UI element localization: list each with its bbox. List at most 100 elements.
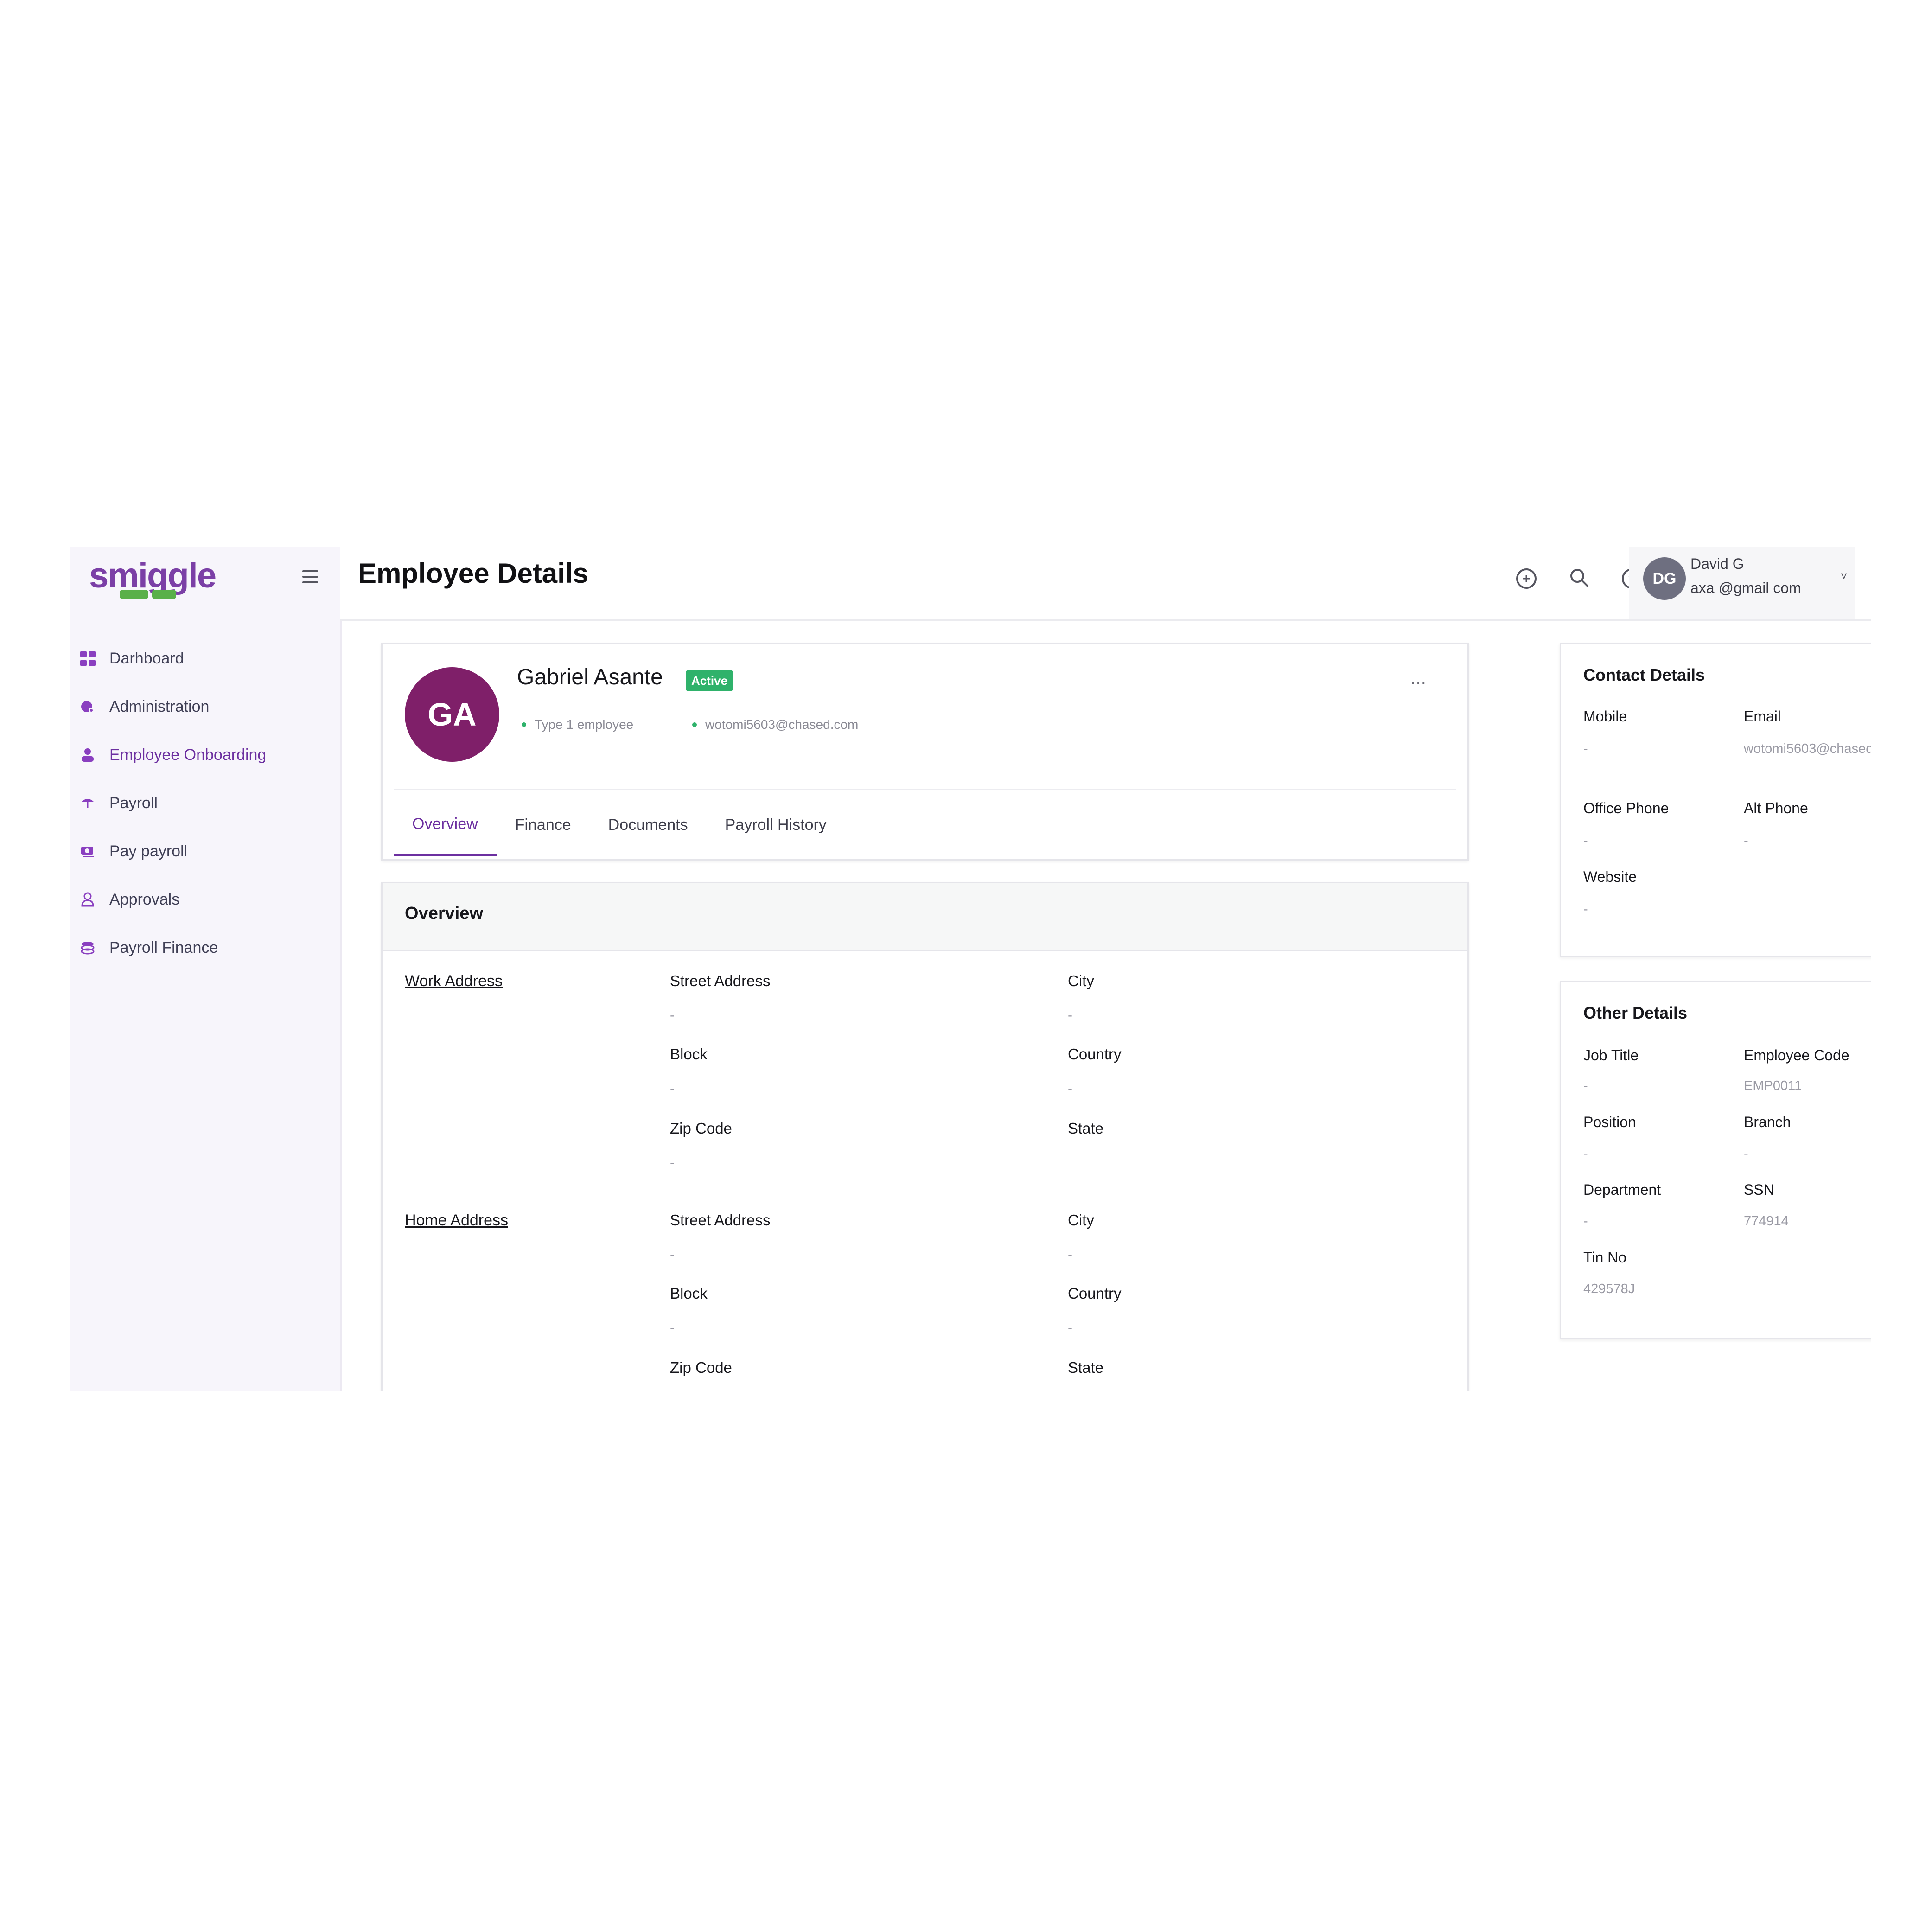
app-logo[interactable]: smiggle [89, 555, 217, 596]
top-header: Employee Details + ? DG David G axa @gma… [340, 547, 1871, 621]
field-label: Email [1744, 708, 1781, 725]
employee-name: Gabriel Asante [517, 665, 663, 689]
field-label: City [1068, 972, 1094, 989]
field-value: - [670, 1007, 675, 1023]
tab-overview[interactable]: Overview [394, 793, 497, 856]
field-value: - [1744, 1146, 1748, 1161]
bullet-dot [692, 722, 697, 727]
sidebar-item-pay-payroll[interactable]: Pay payroll [70, 827, 340, 875]
field-value: - [1583, 1078, 1588, 1093]
contact-details-card: Contact Details Mobile - Email wotomi560… [1560, 643, 1871, 957]
field-value: - [670, 1155, 675, 1170]
person-icon [80, 747, 96, 763]
field-label: State [1068, 1359, 1104, 1376]
sidebar-item-payroll[interactable]: Payroll [70, 779, 340, 827]
field-label: Department [1583, 1181, 1661, 1198]
sidebar-nav: Darhboard Administration Employee Onboar… [70, 634, 340, 972]
field-label: City [1068, 1211, 1094, 1229]
field-label: Zip Code [670, 1359, 732, 1376]
field-value: - [670, 1320, 675, 1335]
employee-type-text: Type 1 employee [535, 717, 634, 732]
sidebar-item-label: Pay payroll [109, 842, 188, 860]
dashboard-grid-icon [80, 650, 96, 666]
field-label: SSN [1744, 1181, 1774, 1198]
field-label: Website [1583, 868, 1637, 885]
divider [394, 789, 1456, 790]
chevron-down-icon[interactable]: ˅ [1841, 570, 1847, 583]
field-value: - [1068, 1247, 1072, 1262]
admin-palette-icon [80, 699, 96, 714]
field-value: - [670, 1081, 675, 1096]
sidebar-item-label: Darhboard [109, 649, 184, 667]
overview-title: Overview [405, 904, 483, 923]
field-value: - [1068, 1081, 1072, 1096]
user-email: axa @gmail com [1690, 580, 1801, 596]
field-value: EMP0011 [1744, 1078, 1802, 1093]
home-address-label: Home Address [405, 1211, 508, 1229]
search-icon[interactable] [1568, 567, 1590, 589]
field-value: - [1583, 741, 1588, 756]
field-label: Country [1068, 1046, 1122, 1063]
field-value: - [670, 1247, 675, 1262]
overview-header: Overview [383, 883, 1467, 951]
other-details-title: Other Details [1583, 1003, 1688, 1022]
avatar: DG [1643, 557, 1686, 600]
sidebar-item-label: Payroll Finance [109, 938, 218, 956]
sidebar-item-label: Approvals [109, 890, 180, 908]
profile-tabs: Overview Finance Documents Payroll Histo… [394, 793, 845, 858]
umbrella-icon [80, 795, 96, 811]
sidebar-item-label: Administration [109, 697, 210, 715]
field-label: Office Phone [1583, 800, 1669, 816]
employee-email-text: wotomi5603@chased.com [705, 717, 859, 732]
app-window: smiggle Darhboard Administration Employe… [70, 547, 1871, 1391]
field-value: 774914 [1744, 1214, 1789, 1229]
other-details-card: Other Details Job Title - Employee Code … [1560, 981, 1871, 1339]
user-menu[interactable]: DG David G axa @gmail com ˅ [1629, 547, 1855, 619]
logo-accent [152, 590, 176, 599]
field-label: Mobile [1583, 708, 1627, 725]
field-label: Job Title [1583, 1047, 1639, 1064]
field-label: Street Address [670, 1211, 771, 1229]
work-address-label: Work Address [405, 972, 503, 990]
field-value: wotomi5603@chased.com [1744, 741, 1871, 756]
tab-payroll-history[interactable]: Payroll History [707, 793, 845, 856]
field-label: Branch [1744, 1114, 1791, 1130]
field-label: State [1068, 1120, 1104, 1137]
sidebar-item-administration[interactable]: Administration [70, 682, 340, 731]
bullet-dot [522, 722, 526, 727]
employee-type: Type 1 employee [522, 717, 633, 732]
money-icon [80, 843, 96, 859]
sidebar-item-approvals[interactable]: Approvals [70, 875, 340, 924]
tab-finance[interactable]: Finance [497, 793, 590, 856]
overview-card: Overview Work Address Street Address - C… [381, 882, 1469, 1391]
field-value: - [1583, 833, 1588, 848]
employee-avatar: GA [405, 667, 499, 762]
field-value: - [1583, 902, 1588, 917]
user-name: David G [1690, 555, 1744, 572]
field-label: Tin No [1583, 1249, 1627, 1266]
more-options-button[interactable]: ··· [1410, 672, 1427, 693]
employee-email: wotomi5603@chased.com [692, 717, 858, 732]
field-label: Alt Phone [1744, 800, 1808, 816]
field-label: Country [1068, 1285, 1122, 1302]
sidebar-item-employee-onboarding[interactable]: Employee Onboarding [70, 731, 340, 779]
field-value: - [1068, 1320, 1072, 1335]
sidebar-item-dashboard[interactable]: Darhboard [70, 634, 340, 682]
user-approval-icon [80, 892, 96, 907]
sidebar-item-label: Employee Onboarding [109, 746, 267, 764]
contact-details-title: Contact Details [1583, 665, 1705, 684]
add-circle-icon[interactable]: + [1516, 568, 1537, 589]
sidebar: smiggle Darhboard Administration Employe… [70, 547, 342, 1391]
sidebar-item-payroll-finance[interactable]: Payroll Finance [70, 924, 340, 972]
logo-accent [120, 590, 148, 599]
field-label: Block [670, 1046, 708, 1063]
field-value: - [1068, 1007, 1072, 1023]
field-value: - [1583, 1214, 1588, 1229]
field-label: Street Address [670, 972, 771, 989]
field-value: - [1583, 1146, 1588, 1161]
field-value: - [1744, 833, 1748, 848]
menu-toggle-icon[interactable] [302, 570, 318, 583]
field-label: Employee Code [1744, 1047, 1849, 1064]
tab-documents[interactable]: Documents [590, 793, 707, 856]
field-label: Zip Code [670, 1120, 732, 1137]
